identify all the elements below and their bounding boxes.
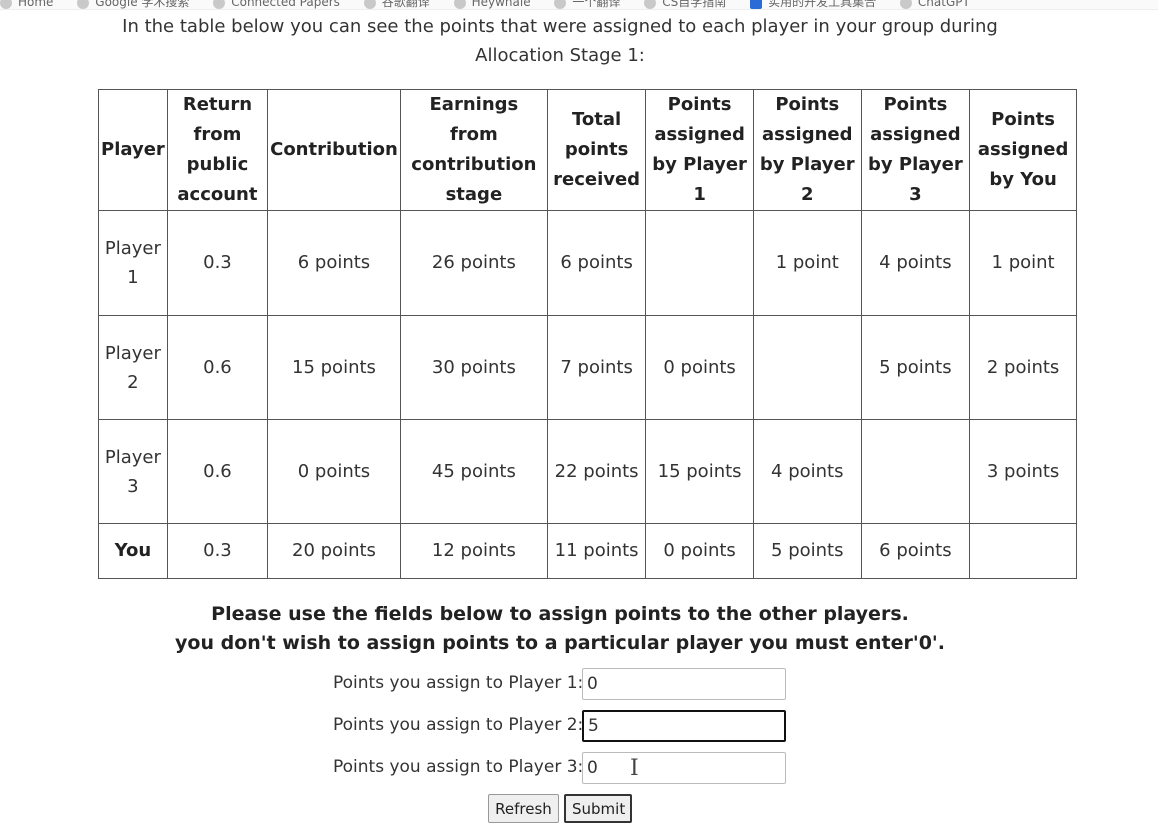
cell-return-public: 0.6 — [166, 315, 269, 420]
cell-by-player-1: 0 points — [645, 315, 754, 420]
header-by-player-3: Points assigned by Player 3 — [860, 89, 971, 211]
header-by-you: Points assigned by You — [969, 89, 1077, 211]
header-total-received: Total points received — [546, 89, 647, 211]
player-2-points-label: Points you assign to Player 2: — [333, 715, 584, 735]
table-header-row: Player Return from public account Contri… — [98, 89, 1077, 211]
cell-player: Player 2 — [98, 315, 168, 420]
bookmarks-bar: Home Google 学术搜索 Connected Papers 谷歌翻译 H… — [0, 0, 1158, 10]
player-1-points-input[interactable] — [582, 668, 786, 700]
cell-by-player-2: 4 points — [752, 419, 862, 524]
cell-by-player-2: 5 points — [752, 523, 862, 579]
cell-by-player-1 — [645, 210, 754, 316]
cell-by-you: 3 points — [969, 419, 1077, 524]
cell-by-you: 1 point — [969, 210, 1077, 316]
refresh-button[interactable]: Refresh — [488, 794, 559, 823]
bookmark-translate[interactable]: 谷歌翻译 — [363, 0, 430, 9]
bookmark-google-scholar[interactable]: Google 学术搜索 — [77, 0, 189, 9]
cell-player: You — [98, 523, 168, 579]
player-3-points-label: Points you assign to Player 3: — [333, 757, 584, 777]
cell-contribution: 0 points — [267, 419, 401, 524]
cell-player: Player 1 — [98, 210, 168, 316]
points-table: Player Return from public account Contri… — [98, 89, 1077, 579]
translate-icon — [363, 0, 376, 9]
bookmark-heywhale[interactable]: Heywhale — [453, 0, 531, 9]
cell-by-you: 2 points — [969, 315, 1077, 420]
bookmark-icon — [453, 0, 466, 9]
table-row: Player 1 0.3 6 points 26 points 6 points… — [98, 210, 1077, 316]
table-row: Player 3 0.6 0 points 45 points 22 point… — [98, 419, 1077, 524]
player-3-points-input[interactable] — [582, 752, 786, 784]
cell-total-received: 6 points — [546, 210, 647, 316]
cell-earnings: 12 points — [399, 523, 548, 579]
player-1-points-label: Points you assign to Player 1: — [333, 673, 584, 693]
table-row: You 0.3 20 points 12 points 11 points 0 … — [98, 523, 1077, 579]
header-contribution: Contribution — [267, 89, 401, 211]
cell-total-received: 11 points — [546, 523, 647, 579]
chatgpt-icon — [899, 0, 912, 9]
cell-earnings: 45 points — [399, 419, 548, 524]
cell-total-received: 22 points — [546, 419, 647, 524]
instructions: Please use the fields below to assign po… — [80, 600, 1040, 658]
header-player: Player — [98, 89, 168, 211]
cell-by-player-1: 0 points — [645, 523, 754, 579]
text-cursor-icon: I — [630, 756, 639, 781]
cell-by-player-3: 4 points — [860, 210, 971, 316]
intro-line-2: Allocation Stage 1: — [475, 45, 645, 66]
cell-return-public: 0.3 — [166, 523, 269, 579]
cell-by-player-3: 6 points — [860, 523, 971, 579]
cell-contribution: 15 points — [267, 315, 401, 420]
bookmark-icon — [0, 0, 12, 9]
bookmark-icon — [213, 0, 226, 9]
cell-player: Player 3 — [98, 419, 168, 524]
submit-button[interactable]: Submit — [564, 794, 632, 823]
bookmark-connected-papers[interactable]: Connected Papers — [213, 0, 340, 9]
bookmark-dev-tools[interactable]: 实用的开发工具集合 — [750, 0, 876, 9]
folder-icon — [750, 0, 763, 9]
cell-total-received: 7 points — [546, 315, 647, 420]
cell-earnings: 30 points — [399, 315, 548, 420]
cell-by-you — [969, 523, 1077, 579]
bookmark-icon — [644, 0, 657, 9]
cell-earnings: 26 points — [399, 210, 548, 316]
bookmark-translator[interactable]: 一个翻译 — [554, 0, 620, 9]
header-by-player-2: Points assigned by Player 2 — [752, 89, 862, 211]
bookmark-cs-guide[interactable]: CS自学指南 — [644, 0, 726, 9]
cell-return-public: 0.6 — [166, 419, 269, 524]
cell-by-player-1: 15 points — [645, 419, 754, 524]
instructions-line-2: you don't wish to assign points to a par… — [175, 632, 945, 654]
instructions-line-1: Please use the fields below to assign po… — [211, 603, 909, 625]
cell-by-player-3: 5 points — [860, 315, 971, 420]
intro-text: In the table below you can see the point… — [40, 12, 1080, 70]
bookmark-chatgpt[interactable]: ChatGPT — [899, 0, 970, 9]
bookmark-icon — [554, 0, 567, 9]
table-row: Player 2 0.6 15 points 30 points 7 point… — [98, 315, 1077, 420]
cell-contribution: 6 points — [267, 210, 401, 316]
bookmark-home[interactable]: Home — [0, 0, 53, 9]
header-return-public: Return from public account — [166, 89, 269, 211]
google-icon — [77, 0, 90, 9]
cell-by-player-2: 1 point — [752, 210, 862, 316]
player-2-points-input[interactable] — [582, 710, 786, 742]
cell-by-player-3 — [860, 419, 971, 524]
cell-return-public: 0.3 — [166, 210, 269, 316]
intro-line-1: In the table below you can see the point… — [122, 16, 998, 37]
cell-contribution: 20 points — [267, 523, 401, 579]
header-by-player-1: Points assigned by Player 1 — [645, 89, 754, 211]
cell-by-player-2 — [752, 315, 862, 420]
header-earnings: Earnings from contribution stage — [399, 89, 548, 211]
